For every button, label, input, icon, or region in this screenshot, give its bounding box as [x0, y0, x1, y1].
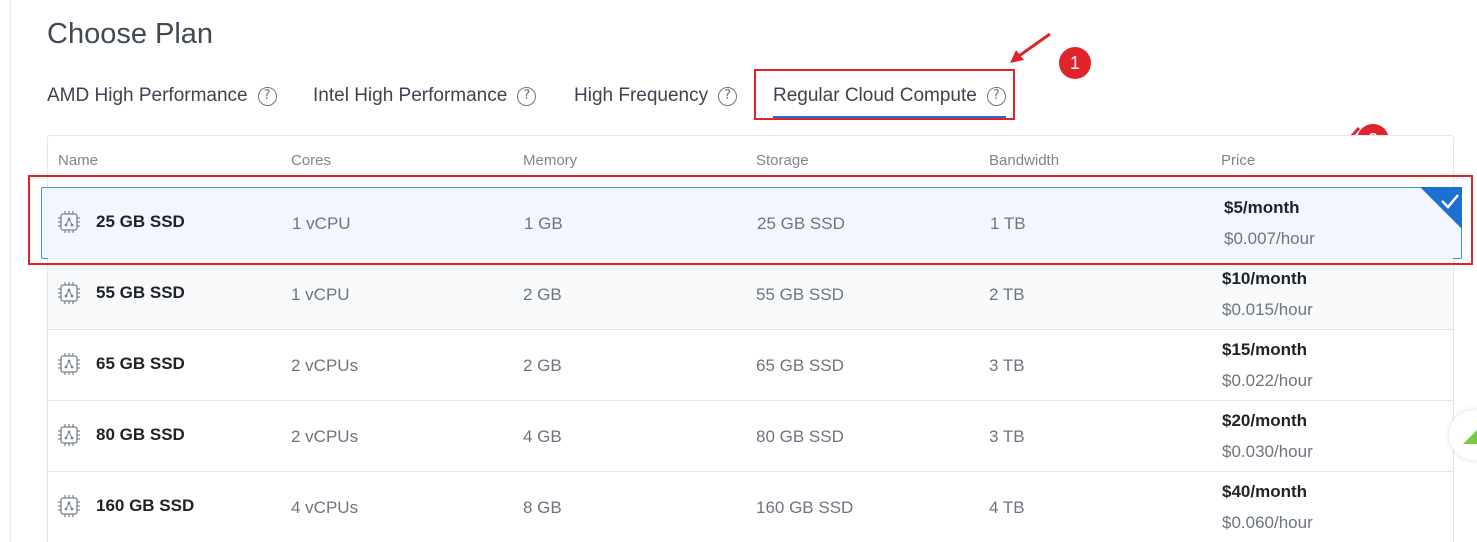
plan-cores: 2 vCPUs — [291, 356, 359, 375]
tab-label: AMD High Performance — [47, 85, 248, 106]
help-icon[interactable]: ? — [718, 86, 738, 106]
plan-bandwidth: 2 TB — [989, 285, 1025, 304]
plan-name-label: 160 GB SSD — [96, 496, 195, 515]
help-icon[interactable]: ? — [517, 86, 537, 106]
plan-price-month: $10/month — [1222, 269, 1308, 288]
table-row[interactable]: 80 GB SSD 2 vCPUs 4 GB 80 GB SSD 3 TB $2… — [48, 400, 1453, 471]
plan-price-hour: $0.022/hour — [1222, 371, 1313, 390]
table-row[interactable]: 55 GB SSD 1 vCPU 2 GB 55 GB SSD 2 TB $10… — [48, 258, 1453, 329]
plan-storage: 80 GB SSD — [756, 427, 844, 446]
plan-price-month: $15/month — [1222, 340, 1308, 359]
header-price: Price — [1221, 152, 1256, 169]
tab-high-frequency[interactable]: High Frequency ? — [574, 80, 738, 112]
plan-name: 55 GB SSD — [58, 282, 185, 304]
plan-name-label: 80 GB SSD — [96, 425, 185, 444]
help-icon[interactable]: ? — [257, 86, 277, 106]
plan-cores: 1 vCPU — [291, 285, 350, 304]
annotation-arrow-1 — [1010, 32, 1051, 63]
plan-storage: 160 GB SSD — [756, 498, 854, 517]
arrow-up-icon — [1463, 430, 1477, 444]
header-name: Name — [58, 152, 99, 169]
tab-label: Intel High Performance — [313, 85, 508, 106]
plan-memory: 8 GB — [523, 498, 562, 517]
header-cores: Cores — [291, 152, 332, 169]
header-bandwidth: Bandwidth — [989, 152, 1060, 169]
plan-memory: 2 GB — [523, 285, 562, 304]
plan-price-hour: $0.060/hour — [1222, 513, 1313, 532]
plan-price-hour: $0.030/hour — [1222, 442, 1313, 461]
annotation-badge-1: 1 — [1059, 47, 1091, 79]
choose-plan-page: Choose Plan AMD High Performance ? Intel… — [0, 0, 1477, 542]
tab-label: High Frequency — [574, 85, 709, 106]
annotation-box-row — [28, 175, 1473, 265]
cpu-chip-icon — [58, 353, 80, 375]
plan-price-month: $20/month — [1222, 411, 1308, 430]
plan-name-label: 65 GB SSD — [96, 354, 185, 373]
plan-name: 160 GB SSD — [58, 495, 194, 517]
plan-price-month: $40/month — [1222, 482, 1308, 501]
tab-amd-high-performance[interactable]: AMD High Performance ? — [47, 80, 277, 112]
plan-price-hour: $0.015/hour — [1222, 300, 1313, 319]
plan-name-label: 55 GB SSD — [96, 283, 185, 302]
cpu-chip-icon — [58, 495, 80, 517]
plan-storage: 55 GB SSD — [756, 285, 844, 304]
plan-memory: 4 GB — [523, 427, 562, 446]
cpu-chip-icon — [58, 424, 80, 446]
header-storage: Storage — [756, 152, 809, 169]
plan-storage: 65 GB SSD — [756, 356, 844, 375]
tab-intel-high-performance[interactable]: Intel High Performance ? — [313, 80, 537, 112]
plan-cores: 2 vCPUs — [291, 427, 359, 446]
plan-name: 80 GB SSD — [58, 424, 185, 446]
left-divider — [10, 0, 11, 542]
table-row[interactable]: 160 GB SSD 4 vCPUs 8 GB 160 GB SSD 4 TB … — [48, 471, 1453, 542]
cpu-chip-icon — [58, 282, 80, 304]
header-memory: Memory — [523, 152, 578, 169]
plan-memory: 2 GB — [523, 356, 562, 375]
annotation-box-tab — [754, 69, 1015, 120]
page-title: Choose Plan — [47, 18, 214, 50]
plan-bandwidth: 3 TB — [989, 356, 1025, 375]
plan-bandwidth: 4 TB — [989, 498, 1025, 517]
table-row[interactable]: 65 GB SSD 2 vCPUs 2 GB 65 GB SSD 3 TB $1… — [48, 329, 1453, 400]
plan-name: 65 GB SSD — [58, 353, 185, 375]
plan-bandwidth: 3 TB — [989, 427, 1025, 446]
plan-cores: 4 vCPUs — [291, 498, 359, 517]
